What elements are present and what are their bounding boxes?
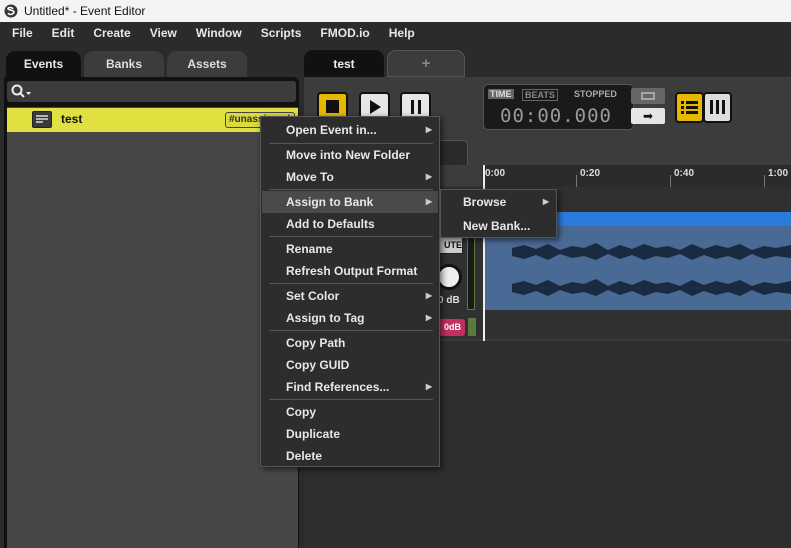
search-input[interactable] (7, 81, 296, 102)
submenu-arrow-icon: ▶ (425, 197, 432, 206)
list-view-button[interactable] (675, 92, 704, 123)
loop-button[interactable] (631, 88, 665, 104)
menu-item-move-to[interactable]: Move To ▶ (262, 166, 438, 188)
menu-separator (269, 283, 433, 284)
menu-item-label: Delete (286, 449, 323, 463)
menu-item-copy-guid[interactable]: Copy GUID (262, 354, 438, 376)
loop-icon (641, 92, 655, 100)
follow-playhead-button[interactable]: ➡ (631, 108, 665, 124)
fmod-app-icon (4, 4, 18, 18)
tick-label: 1:00 (768, 168, 789, 179)
event-list (7, 107, 298, 548)
new-tab-button[interactable]: + (387, 50, 465, 77)
menu-item-label: Add to Defaults (286, 217, 375, 231)
menu-item-label: Browse (463, 195, 507, 209)
menu-item-label: Copy Path (286, 336, 346, 350)
tab-assets[interactable]: Assets (167, 51, 247, 77)
tick-label: 0:20 (580, 168, 601, 179)
master-meter (468, 318, 476, 336)
menu-item-label: Refresh Output Format (286, 264, 418, 278)
pause-icon (410, 99, 421, 114)
menu-separator (269, 330, 433, 331)
menu-item-label: Find References... (286, 380, 390, 394)
menu-item-add-to-defaults[interactable]: Add to Defaults (262, 213, 438, 235)
submenu-arrow-icon: ▶ (542, 197, 549, 206)
menu-item-label: Move into New Folder (286, 148, 411, 162)
mixer-view-button[interactable] (703, 92, 732, 123)
menu-window[interactable]: Window (187, 26, 252, 40)
menu-file[interactable]: File (0, 26, 43, 40)
menu-separator (269, 236, 433, 237)
menu-item-set-color[interactable]: Set Color ▶ (262, 285, 438, 307)
menu-item-copy[interactable]: Copy (262, 401, 438, 423)
list-item[interactable]: test #unassigned (7, 108, 298, 132)
submenu-arrow-icon: ▶ (425, 382, 432, 391)
menu-help[interactable]: Help (380, 26, 425, 40)
transport-status: STOPPED (574, 89, 617, 99)
menu-view[interactable]: View (141, 26, 187, 40)
window-title: Untitled* - Event Editor (24, 4, 146, 18)
menu-item-label: Open Event in... (286, 123, 377, 137)
menu-item-rename[interactable]: Rename (262, 238, 438, 260)
menu-item-new-bank[interactable]: New Bank... (442, 215, 555, 237)
list-icon (681, 101, 698, 114)
tick-label: 0:00 (485, 168, 506, 179)
menu-item-delete[interactable]: Delete (262, 445, 438, 467)
time-readout: 00:00.000 (500, 105, 612, 127)
tab-events[interactable]: Events (6, 51, 81, 77)
menu-item-label: Set Color (286, 289, 340, 303)
menu-item-assign-to-tag[interactable]: Assign to Tag ▶ (262, 307, 438, 329)
time-mode-button[interactable]: TIME (488, 89, 514, 99)
submenu-arrow-icon: ▶ (425, 313, 432, 322)
assign-to-bank-submenu: Browse ▶ New Bank... (440, 189, 557, 238)
timeline-ruler[interactable]: 0:00 0:20 0:40 1:00 (482, 165, 791, 187)
level-meter (467, 226, 475, 310)
submenu-arrow-icon: ▶ (425, 125, 432, 134)
tab-event-test[interactable]: test (304, 50, 384, 77)
search-icon (11, 84, 31, 98)
tick-label: 0:40 (674, 168, 695, 179)
menu-separator (269, 189, 433, 190)
audio-waveform[interactable] (484, 226, 791, 310)
tab-banks[interactable]: Banks (84, 51, 164, 77)
menu-item-label: New Bank... (463, 219, 531, 233)
menu-item-browse[interactable]: Browse ▶ (442, 191, 555, 213)
arrow-right-icon: ➡ (642, 109, 654, 123)
menu-fmodio[interactable]: FMOD.io (311, 26, 379, 40)
menu-item-label: Move To (286, 170, 334, 184)
menu-separator (269, 399, 433, 400)
menu-item-find-references[interactable]: Find References... ▶ (262, 376, 438, 398)
menu-item-copy-path[interactable]: Copy Path (262, 332, 438, 354)
menu-item-label: Copy GUID (286, 358, 350, 372)
menu-item-label: Rename (286, 242, 333, 256)
menu-item-refresh-output-format[interactable]: Refresh Output Format (262, 260, 438, 282)
event-name: test (61, 112, 83, 126)
play-icon (369, 99, 381, 114)
event-icon (32, 111, 52, 128)
context-menu: Open Event in... ▶ Move into New Folder M… (260, 116, 440, 467)
volume-value: 0 dB (438, 295, 460, 306)
menu-item-open-event-in[interactable]: Open Event in... ▶ (262, 119, 438, 141)
time-display: TIME BEATS STOPPED 00:00.000 (483, 84, 634, 130)
menu-item-label: Copy (286, 405, 316, 419)
submenu-arrow-icon: ▶ (425, 172, 432, 181)
title-bar: Untitled* - Event Editor (0, 0, 791, 22)
waveform-graphic (512, 243, 791, 296)
menu-item-label: Duplicate (286, 427, 341, 441)
mixer-icon (710, 100, 725, 114)
menu-item-move-into-new-folder[interactable]: Move into New Folder (262, 144, 438, 166)
beats-mode-button[interactable]: BEATS (522, 89, 558, 101)
menu-create[interactable]: Create (84, 26, 140, 40)
menu-scripts[interactable]: Scripts (252, 26, 312, 40)
menu-item-assign-to-bank[interactable]: Assign to Bank ▶ (262, 191, 438, 213)
menu-item-label: Assign to Tag (286, 311, 365, 325)
stop-icon (326, 100, 339, 113)
submenu-arrow-icon: ▶ (425, 291, 432, 300)
menu-item-duplicate[interactable]: Duplicate (262, 423, 438, 445)
menu-bar: File Edit Create View Window Scripts FMO… (0, 22, 791, 44)
menu-item-label: Assign to Bank (286, 195, 374, 209)
menu-edit[interactable]: Edit (43, 26, 85, 40)
